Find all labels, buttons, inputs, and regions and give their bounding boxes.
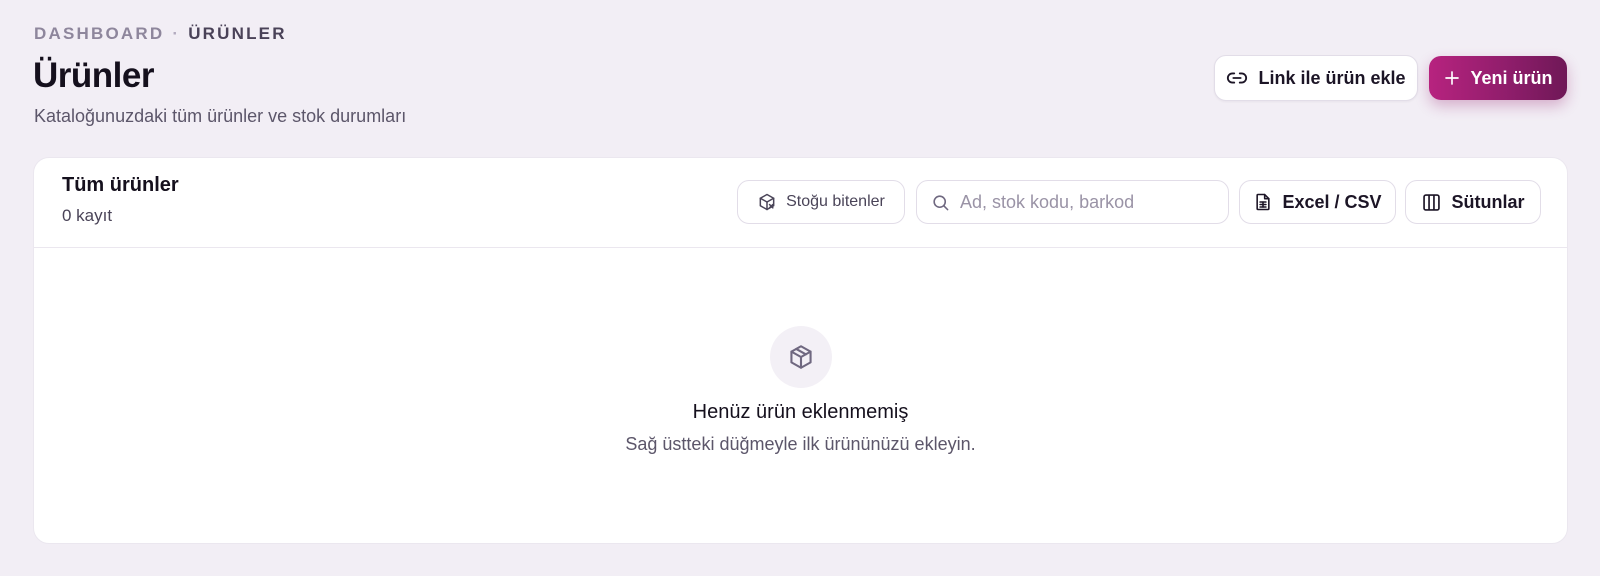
spreadsheet-file-icon [1253, 191, 1273, 213]
add-by-link-button[interactable]: Link ile ürün ekle [1214, 55, 1418, 101]
breadcrumb-separator: · [172, 24, 181, 43]
products-card: Tüm ürünler 0 kayıt Stoğu bitenler Ad, s… [33, 157, 1568, 544]
link-icon [1226, 67, 1248, 89]
search-icon [931, 193, 950, 212]
columns-label: Sütunlar [1451, 191, 1525, 212]
breadcrumb-dashboard[interactable]: DASHBOARD [34, 24, 164, 44]
empty-state-icon-wrap [770, 326, 832, 388]
columns-button[interactable]: Sütunlar [1405, 180, 1541, 224]
products-page: DASHBOARD · ÜRÜNLER Ürünler Kataloğunuzd… [0, 0, 1600, 576]
breadcrumb: DASHBOARD · ÜRÜNLER [34, 24, 287, 44]
export-label: Excel / CSV [1282, 191, 1382, 212]
card-title: Tüm ürünler [62, 174, 179, 196]
package-icon [787, 343, 815, 371]
breadcrumb-products: ÜRÜNLER [188, 24, 287, 43]
new-product-button[interactable]: Yeni ürün [1429, 56, 1567, 100]
empty-state-title: Henüz ürün eklenmemiş [692, 401, 909, 423]
out-of-stock-filter-label: Stoğu bitenler [786, 193, 885, 210]
card-header: Tüm ürünler 0 kayıt Stoğu bitenler Ad, s… [34, 158, 1567, 248]
record-count: 0 kayıt [62, 206, 113, 225]
empty-state-description: Sağ üstteki düğmeyle ilk ürününüzü ekley… [625, 434, 976, 454]
search-input[interactable] [960, 191, 1210, 213]
page-title: Ürünler [33, 56, 154, 95]
add-by-link-label: Link ile ürün ekle [1258, 67, 1406, 88]
columns-icon [1421, 192, 1442, 213]
search-box [916, 180, 1229, 224]
plus-icon [1443, 69, 1461, 87]
box-x-icon [757, 192, 777, 212]
page-subtitle: Kataloğunuzdaki tüm ürünler ve stok duru… [34, 106, 407, 126]
out-of-stock-filter-button[interactable]: Stoğu bitenler [737, 180, 905, 224]
export-excel-csv-button[interactable]: Excel / CSV [1239, 180, 1396, 224]
new-product-label: Yeni ürün [1470, 67, 1553, 88]
